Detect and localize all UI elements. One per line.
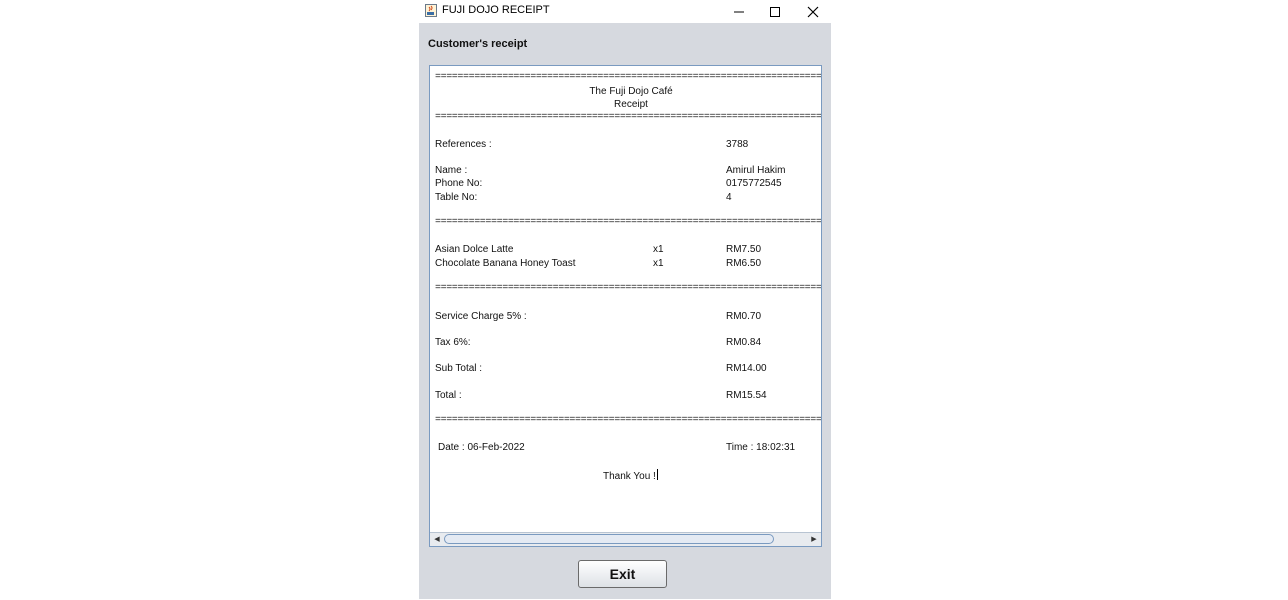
arrow-left-icon[interactable]: ◀: [431, 534, 443, 545]
service-charge-label: Service Charge 5% :: [435, 311, 527, 322]
item-price: RM7.50: [726, 244, 762, 255]
arrow-right-icon[interactable]: ▶: [808, 534, 820, 545]
cafe-name: The Fuji Dojo Café: [589, 86, 673, 97]
maximize-icon: [770, 7, 780, 17]
minimize-button[interactable]: [721, 0, 757, 23]
minimize-icon: [734, 11, 744, 13]
receipt-label: Receipt: [614, 99, 648, 110]
receipt-content: ========================================…: [430, 66, 821, 532]
name-label: Name :: [435, 165, 468, 176]
horizontal-scrollbar[interactable]: ◀ ▶: [430, 532, 821, 546]
page-heading: Customer's receipt: [428, 38, 528, 50]
maximize-button[interactable]: [757, 0, 793, 23]
java-app-icon: [425, 4, 437, 17]
separator-line: ========================================…: [435, 217, 821, 228]
total-label: Total :: [435, 390, 462, 401]
table-label: Table No:: [435, 192, 478, 203]
separator-line: ========================================…: [435, 415, 821, 426]
reference-label: References :: [435, 139, 492, 150]
tax-label: Tax 6%:: [435, 337, 471, 348]
close-button[interactable]: [795, 0, 831, 23]
item-name: Asian Dolce Latte: [435, 244, 514, 255]
name-value: Amirul Hakim: [726, 165, 786, 176]
exit-button[interactable]: Exit: [578, 560, 667, 588]
separator-line: ========================================…: [435, 72, 821, 83]
receipt-text-area[interactable]: ========================================…: [429, 65, 822, 547]
subtotal-value: RM14.00: [726, 363, 767, 374]
total-value: RM15.54: [726, 390, 767, 401]
table-value: 4: [726, 192, 732, 203]
thank-you-label: Thank You !: [603, 471, 656, 482]
item-price: RM6.50: [726, 258, 762, 269]
title-bar: FUJI DOJO RECEIPT: [419, 0, 831, 23]
text-caret: [656, 469, 658, 480]
phone-value: 0175772545: [726, 178, 782, 189]
separator-line: ========================================…: [435, 112, 821, 123]
scrollbar-thumb[interactable]: [444, 534, 774, 544]
subtotal-label: Sub Total :: [435, 363, 483, 374]
separator-line: ========================================…: [435, 283, 821, 294]
thank-you-text: Thank You !: [603, 469, 658, 483]
service-charge-value: RM0.70: [726, 311, 762, 322]
time-text: Time : 18:02:31: [726, 442, 796, 453]
date-text: Date : 06-Feb-2022: [438, 442, 525, 453]
reference-value: 3788: [726, 139, 749, 150]
item-name: Chocolate Banana Honey Toast: [435, 258, 576, 269]
item-qty: x1: [653, 258, 664, 269]
close-icon: [807, 6, 819, 18]
tax-value: RM0.84: [726, 337, 762, 348]
item-qty: x1: [653, 244, 664, 255]
receipt-window: FUJI DOJO RECEIPT Customer's receipt ===…: [419, 0, 831, 599]
phone-label: Phone No:: [435, 178, 483, 189]
window-title: FUJI DOJO RECEIPT: [442, 4, 550, 16]
